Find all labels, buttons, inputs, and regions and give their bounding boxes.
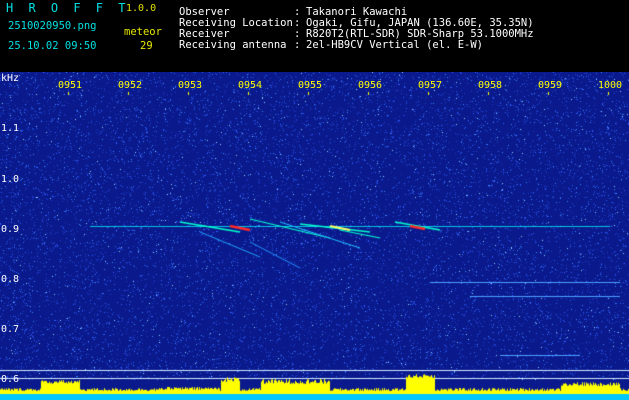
time-tick-label: 0958 <box>478 80 503 91</box>
filename: 2510020950.png <box>8 20 97 32</box>
y-tick-label: 0.8 <box>1 274 20 285</box>
y-tick-label: 0.9 <box>1 224 20 235</box>
info-sep: : <box>294 39 301 51</box>
y-tick-label: 0.6 <box>1 374 20 385</box>
meteor-count: 29 <box>140 40 153 52</box>
info-label-antenna: Receiving antenna <box>179 39 287 51</box>
header-panel: H R O F F T 1.0.0 2510020950.png 25.10.0… <box>0 0 629 72</box>
time-tick-label: 0954 <box>238 80 263 91</box>
spectrogram-canvas <box>0 72 629 400</box>
y-tick-label: 0.7 <box>1 324 20 335</box>
time-tick-label: 0957 <box>418 80 443 91</box>
time-tick-label: 0956 <box>358 80 383 91</box>
app-name: H R O F F T <box>6 1 130 15</box>
time-tick-label: 0959 <box>538 80 563 91</box>
time-tick-label: 0951 <box>58 80 83 91</box>
meteor-label: meteor <box>124 26 162 38</box>
time-tick-label: 0955 <box>298 80 323 91</box>
y-tick-label: 1.1 <box>1 123 20 134</box>
time-tick-label: 1000 <box>598 80 623 91</box>
y-axis-unit: kHz <box>1 73 20 84</box>
info-value-antenna: 2el-HB9CV Vertical (el. E-W) <box>306 39 484 51</box>
datetime: 25.10.02 09:50 <box>8 40 97 52</box>
y-tick-label: 1.0 <box>1 174 20 185</box>
app-version: 1.0.0 <box>126 3 157 14</box>
time-tick-label: 0952 <box>118 80 143 91</box>
time-tick-label: 0953 <box>178 80 203 91</box>
